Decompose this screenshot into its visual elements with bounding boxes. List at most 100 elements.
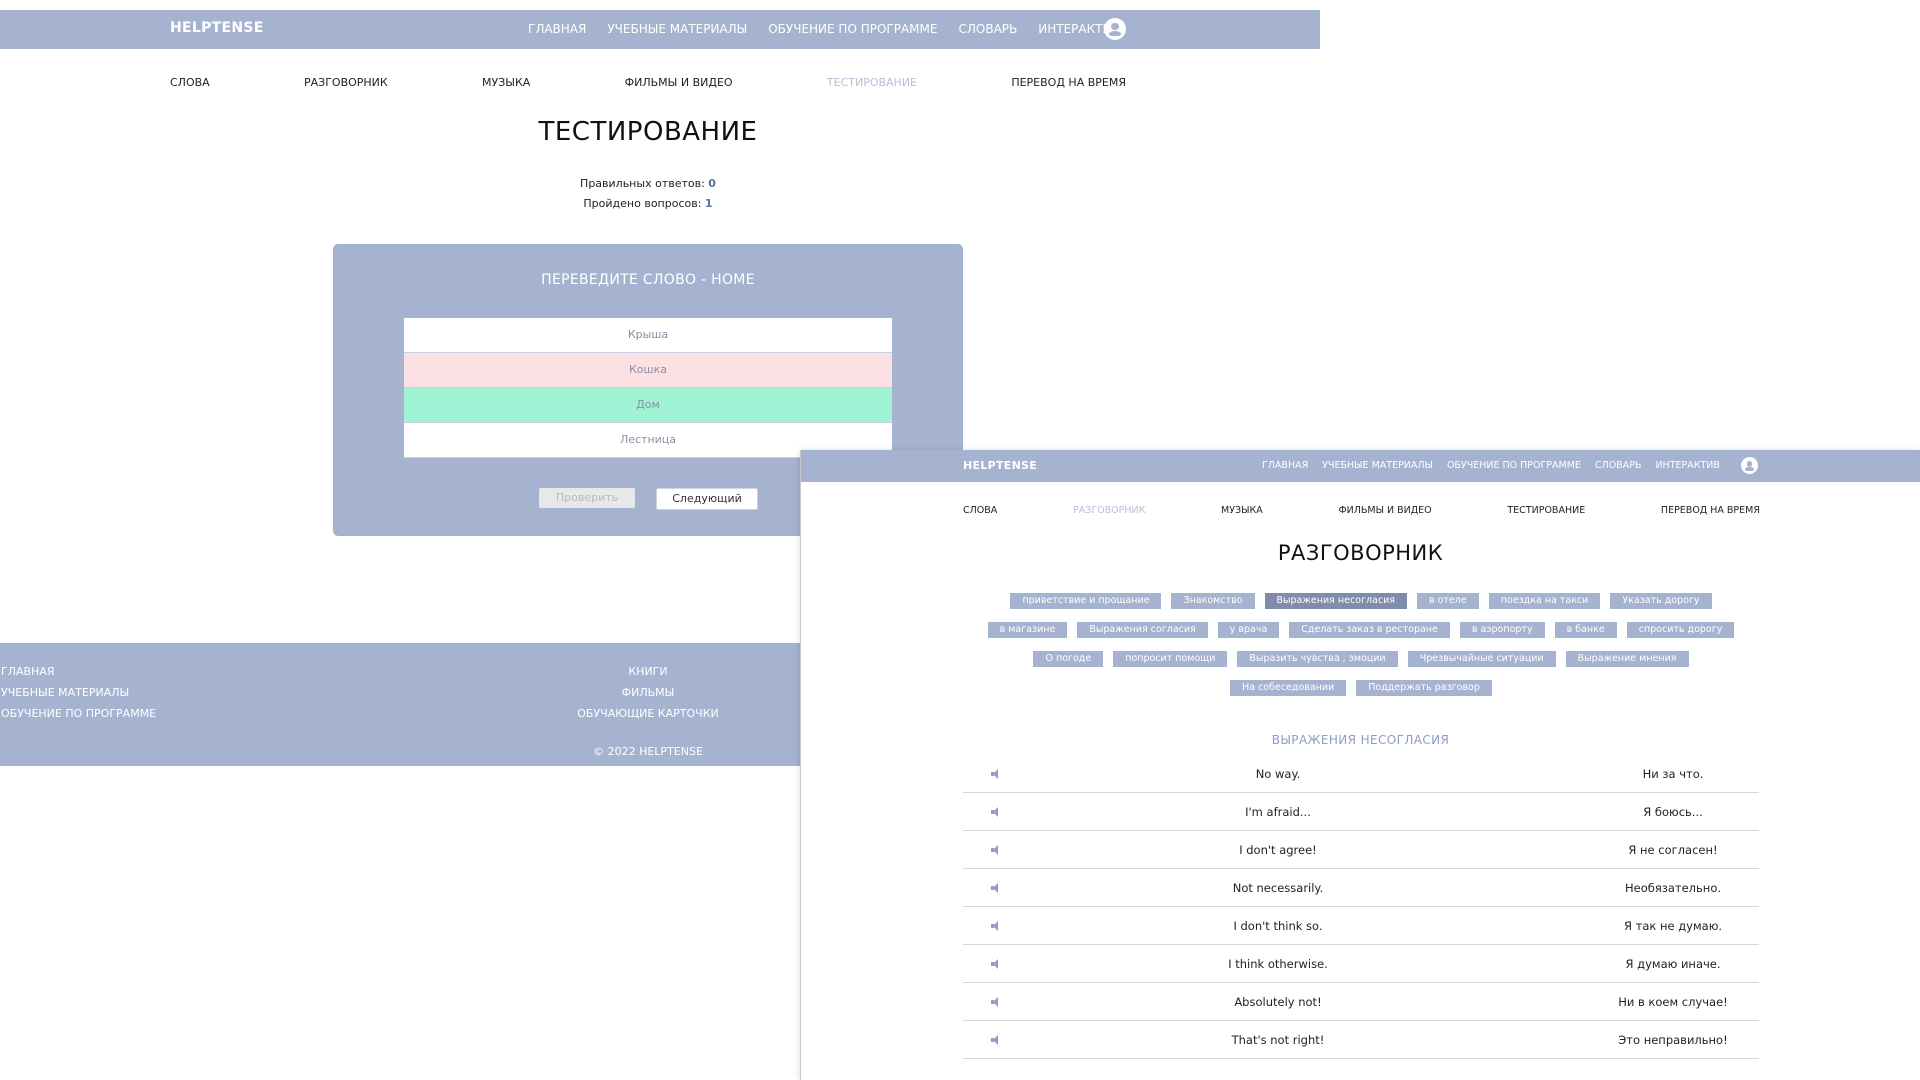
subnav-testing[interactable]: ТЕСТИРОВАНИЕ [1507, 505, 1585, 516]
topic-tag[interactable]: приветствие и прощание [1010, 593, 1162, 609]
nav-link-program[interactable]: ОБУЧЕНИЕ ПО ПРОГРАММЕ [768, 22, 937, 36]
top-navbar: HELPTENSE ГЛАВНАЯ УЧЕБНЫЕ МАТЕРИАЛЫ ОБУЧ… [801, 450, 1920, 482]
phrase-english: I don't agree! [1239, 843, 1317, 857]
phrase-russian: Необязательно. [1624, 881, 1722, 895]
topic-tag[interactable]: Знакомство [1171, 593, 1255, 609]
brand-logo[interactable]: HELPTENSE [170, 20, 264, 36]
phrase-row: I don't think so. Я так не думаю. [963, 907, 1759, 945]
subnav-tense-translation[interactable]: ПЕРЕВОД НА ВРЕМЯ [1011, 76, 1126, 89]
subnav-phrasebook[interactable]: РАЗГОВОРНИК [304, 76, 388, 89]
topic-tag[interactable]: в аэропорту [1459, 622, 1545, 638]
phrase-english: I'm afraid... [1245, 805, 1311, 819]
nav-link-dictionary[interactable]: СЛОВАРЬ [958, 22, 1017, 36]
phrase-row: I'm afraid... Я боюсь... [963, 793, 1759, 831]
top-nav-menu: ГЛАВНАЯ УЧЕБНЫЕ МАТЕРИАЛЫ ОБУЧЕНИЕ ПО ПР… [1262, 460, 1734, 471]
speaker-icon[interactable] [991, 807, 1001, 817]
subnav-phrasebook[interactable]: РАЗГОВОРНИК [1073, 505, 1145, 516]
page-title: ТЕСТИРОВАНИЕ [538, 117, 758, 147]
tag-row: На собеседовании Поддержать разговор [941, 680, 1781, 696]
nav-link-home[interactable]: ГЛАВНАЯ [1262, 460, 1308, 471]
phrase-russian: Я не согласен! [1628, 843, 1718, 857]
nav-link-materials[interactable]: УЧЕБНЫЕ МАТЕРИАЛЫ [1322, 460, 1433, 471]
phrase-russian: Я так не думаю. [1623, 919, 1723, 933]
passed-questions-label: Пройдено вопросов: [583, 197, 702, 210]
topic-tag[interactable]: в банке [1554, 622, 1617, 638]
correct-answers-label: Правильных ответов: [580, 177, 705, 190]
speaker-icon[interactable] [991, 1035, 1001, 1045]
speaker-icon[interactable] [991, 997, 1001, 1007]
passed-questions-stat: Пройдено вопросов: 1 [0, 197, 1296, 210]
passed-questions-value: 1 [704, 197, 713, 210]
phrase-english: That's not right! [1231, 1033, 1325, 1047]
tag-row: приветствие и прощание Знакомство Выраже… [941, 593, 1781, 609]
correct-answers-value: 0 [708, 177, 716, 190]
phrase-english: Absolutely not! [1234, 995, 1322, 1009]
topic-tag[interactable]: Чрезвычайные ситуации [1407, 651, 1556, 667]
quiz-question: ПЕРЕВЕДИТЕ СЛОВО - HOME [541, 272, 755, 288]
topic-tag[interactable]: О погоде [1033, 651, 1104, 667]
phrase-row: I think otherwise. Я думаю иначе. [963, 945, 1759, 983]
user-account-icon[interactable] [1104, 18, 1126, 40]
subnav-films[interactable]: ФИЛЬМЫ И ВИДЕО [1338, 505, 1431, 516]
topic-tag-active[interactable]: Выражения несогласия [1264, 593, 1407, 609]
subnav-music[interactable]: МУЗЫКА [482, 76, 530, 89]
topic-tag[interactable]: у врача [1217, 622, 1280, 638]
topic-tag[interactable]: Выражение мнения [1565, 651, 1689, 667]
brand-logo[interactable]: HELPTENSE [963, 459, 1037, 472]
topic-tag[interactable]: поездка на такси [1488, 593, 1601, 609]
topic-tag[interactable]: Выразить чувства , эмоции [1237, 651, 1398, 667]
answer-option-correct[interactable]: Дом [404, 388, 892, 423]
speaker-icon[interactable] [991, 959, 1001, 969]
subnav-tense-translation[interactable]: ПЕРЕВОД НА ВРЕМЯ [1661, 505, 1760, 516]
topic-tag[interactable]: спросить дорогу [1626, 622, 1735, 638]
phrase-row: Absolutely not! Ни в коем случае! [963, 983, 1759, 1021]
phrase-english: Not necessarily. [1232, 881, 1324, 895]
subnav-films[interactable]: ФИЛЬМЫ И ВИДЕО [625, 76, 733, 89]
subnav-music[interactable]: МУЗЫКА [1221, 505, 1263, 516]
answer-options: Крыша Кошка Дом Лестница [404, 318, 892, 458]
nav-link-materials[interactable]: УЧЕБНЫЕ МАТЕРИАЛЫ [607, 22, 747, 36]
phrase-english: I don't think so. [1233, 919, 1323, 933]
top-navbar: HELPTENSE ГЛАВНАЯ УЧЕБНЫЕ МАТЕРИАЛЫ ОБУЧ… [0, 10, 1320, 49]
answer-option-wrong[interactable]: Кошка [404, 353, 892, 388]
speaker-icon[interactable] [991, 769, 1001, 779]
topic-tag[interactable]: Поддержать разговор [1356, 680, 1492, 696]
phrase-english: No way. [1255, 767, 1301, 781]
section-title: ВЫРАЖЕНИЯ НЕСОГЛАСИЯ [1271, 733, 1450, 747]
phrase-row: I don't agree! Я не согласен! [963, 831, 1759, 869]
topic-tag[interactable]: попросит помощи [1113, 651, 1228, 667]
tag-row: О погоде попросит помощи Выразить чувств… [941, 651, 1781, 667]
correct-answers-stat: Правильных ответов: 0 [0, 177, 1296, 190]
top-nav-menu: ГЛАВНАЯ УЧЕБНЫЕ МАТЕРИАЛЫ ОБУЧЕНИЕ ПО ПР… [528, 22, 1141, 36]
phrasebook-window: HELPTENSE ГЛАВНАЯ УЧЕБНЫЕ МАТЕРИАЛЫ ОБУЧ… [801, 450, 1920, 1080]
next-button[interactable]: Следующий [656, 488, 758, 510]
speaker-icon[interactable] [991, 845, 1001, 855]
phrase-russian: Я боюсь... [1643, 805, 1703, 819]
speaker-icon[interactable] [991, 883, 1001, 893]
subnav-words[interactable]: СЛОВА [963, 505, 997, 516]
topic-tag[interactable]: в магазине [987, 622, 1068, 638]
topic-tag[interactable]: Выражения согласия [1077, 622, 1208, 638]
nav-link-home[interactable]: ГЛАВНАЯ [528, 22, 586, 36]
topic-tags: приветствие и прощание Знакомство Выраже… [941, 593, 1781, 709]
phrase-english: I think otherwise. [1228, 957, 1328, 971]
topic-tag[interactable]: Указать дорогу [1610, 593, 1712, 609]
nav-link-interactive[interactable]: ИНТЕРАКТИВ [1655, 460, 1719, 471]
tag-row: в магазине Выражения согласия у врача Сд… [941, 622, 1781, 638]
phrase-russian: Это неправильно! [1618, 1033, 1728, 1047]
answer-option[interactable]: Крыша [404, 318, 892, 353]
phrase-row: No way. Ни за что. [963, 755, 1759, 793]
topic-tag[interactable]: Сделать заказ в ресторане [1289, 622, 1450, 638]
topic-tag[interactable]: На собеседовании [1230, 680, 1347, 696]
sub-nav: СЛОВА РАЗГОВОРНИК МУЗЫКА ФИЛЬМЫ И ВИДЕО … [963, 505, 1760, 516]
nav-link-dictionary[interactable]: СЛОВАРЬ [1595, 460, 1642, 471]
phrase-list: No way. Ни за что. I'm afraid... Я боюсь… [963, 755, 1759, 1059]
speaker-icon[interactable] [991, 921, 1001, 931]
subnav-testing[interactable]: ТЕСТИРОВАНИЕ [827, 76, 917, 89]
user-account-icon[interactable] [1741, 457, 1758, 474]
check-button[interactable]: Проверить [539, 488, 635, 508]
phrase-russian: Ни за что. [1642, 767, 1704, 781]
subnav-words[interactable]: СЛОВА [170, 76, 210, 89]
nav-link-program[interactable]: ОБУЧЕНИЕ ПО ПРОГРАММЕ [1447, 460, 1581, 471]
topic-tag[interactable]: в отеле [1416, 593, 1479, 609]
